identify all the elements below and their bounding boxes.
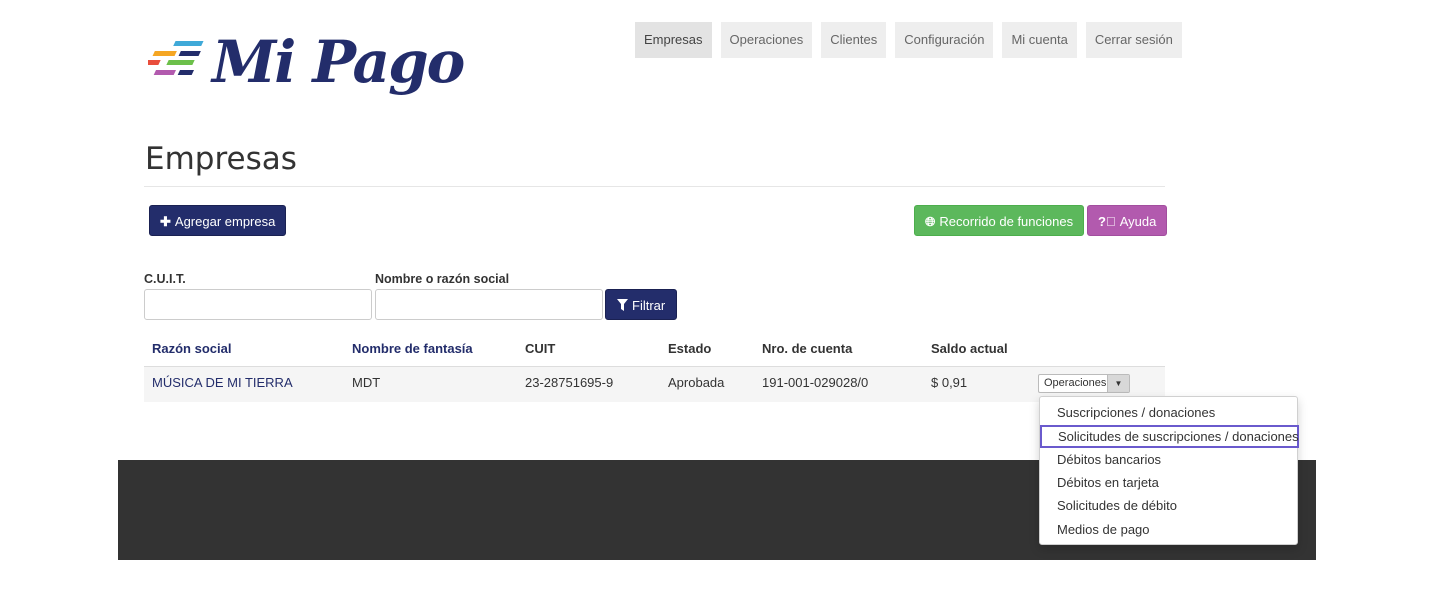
main-nav: Empresas Operaciones Clientes Configurac…: [635, 22, 1182, 58]
nav-item-operaciones[interactable]: Operaciones: [720, 22, 813, 58]
cell-razon-social[interactable]: MÚSICA DE MI TIERRA: [152, 375, 293, 390]
column-header-nro-cuenta: Nro. de cuenta: [762, 341, 853, 356]
table-row: [144, 366, 1165, 402]
help-label: Ayuda: [1119, 214, 1157, 229]
cuit-filter-input[interactable]: [144, 289, 372, 320]
logo: Mi Pago: [148, 28, 465, 104]
operations-label: Operaciones: [1044, 377, 1107, 389]
add-company-label: Agregar empresa: [174, 214, 276, 229]
menu-item-suscripciones[interactable]: Suscripciones / donaciones: [1040, 401, 1297, 424]
nav-item-cerrar-sesion[interactable]: Cerrar sesión: [1085, 22, 1182, 58]
nav-item-configuracion[interactable]: Configuración: [895, 22, 994, 58]
column-header-nombre-fantasia[interactable]: Nombre de fantasía: [352, 341, 473, 356]
funnel-icon: [617, 290, 628, 321]
title-divider: [144, 186, 1165, 187]
logo-text: Mi Pago: [212, 28, 465, 96]
feature-tour-button[interactable]: 🌐︎ Recorrido de funciones: [914, 205, 1085, 236]
feature-tour-label: Recorrido de funciones: [939, 214, 1074, 229]
plus-icon: ✚: [160, 214, 171, 229]
name-filter-input[interactable]: [375, 289, 603, 320]
globe-icon: 🌐︎: [925, 214, 936, 229]
filter-label: Filtrar: [632, 298, 666, 313]
menu-item-solicitudes-suscripciones[interactable]: Solicitudes de suscripciones / donacione…: [1040, 425, 1299, 448]
cell-nombre-fantasia: MDT: [352, 375, 381, 390]
column-header-estado: Estado: [668, 341, 712, 356]
nav-item-clientes[interactable]: Clientes: [821, 22, 887, 58]
cell-cuit: 23-28751695-9: [525, 375, 614, 390]
page-title: Empresas: [145, 141, 297, 177]
cell-saldo: $ 0,91: [931, 375, 968, 390]
operations-dropdown-button[interactable]: Operaciones ▼: [1038, 374, 1130, 393]
cell-estado: Aprobada: [668, 375, 725, 390]
question-circle-icon: ?⃝: [1098, 214, 1116, 229]
caret-down-icon[interactable]: ▼: [1107, 375, 1129, 392]
name-filter-label: Nombre o razón social: [375, 272, 510, 286]
menu-item-solicitudes-debito[interactable]: Solicitudes de débito: [1040, 494, 1297, 517]
nav-item-empresas[interactable]: Empresas: [635, 22, 712, 58]
nav-item-mi-cuenta[interactable]: Mi cuenta: [1002, 22, 1077, 58]
operations-dropdown-menu: Suscripciones / donaciones Solicitudes d…: [1039, 396, 1299, 545]
cuit-filter-label: C.U.I.T.: [144, 272, 186, 286]
cell-nro-cuenta: 191-001-029028/0: [762, 375, 869, 390]
menu-item-debitos-tarjeta[interactable]: Débitos en tarjeta: [1040, 471, 1297, 494]
logo-stripes-icon: [148, 41, 204, 75]
column-header-cuit: CUIT: [525, 341, 556, 356]
help-button[interactable]: ?⃝ Ayuda: [1087, 205, 1168, 236]
filter-button[interactable]: Filtrar: [605, 289, 678, 321]
menu-item-medios-pago[interactable]: Medios de pago: [1040, 518, 1297, 541]
column-header-saldo: Saldo actual: [931, 341, 1008, 356]
menu-item-debitos-bancarios[interactable]: Débitos bancarios: [1040, 448, 1297, 471]
column-header-razon-social[interactable]: Razón social: [152, 341, 231, 356]
add-company-button[interactable]: ✚ Agregar empresa: [149, 205, 287, 236]
